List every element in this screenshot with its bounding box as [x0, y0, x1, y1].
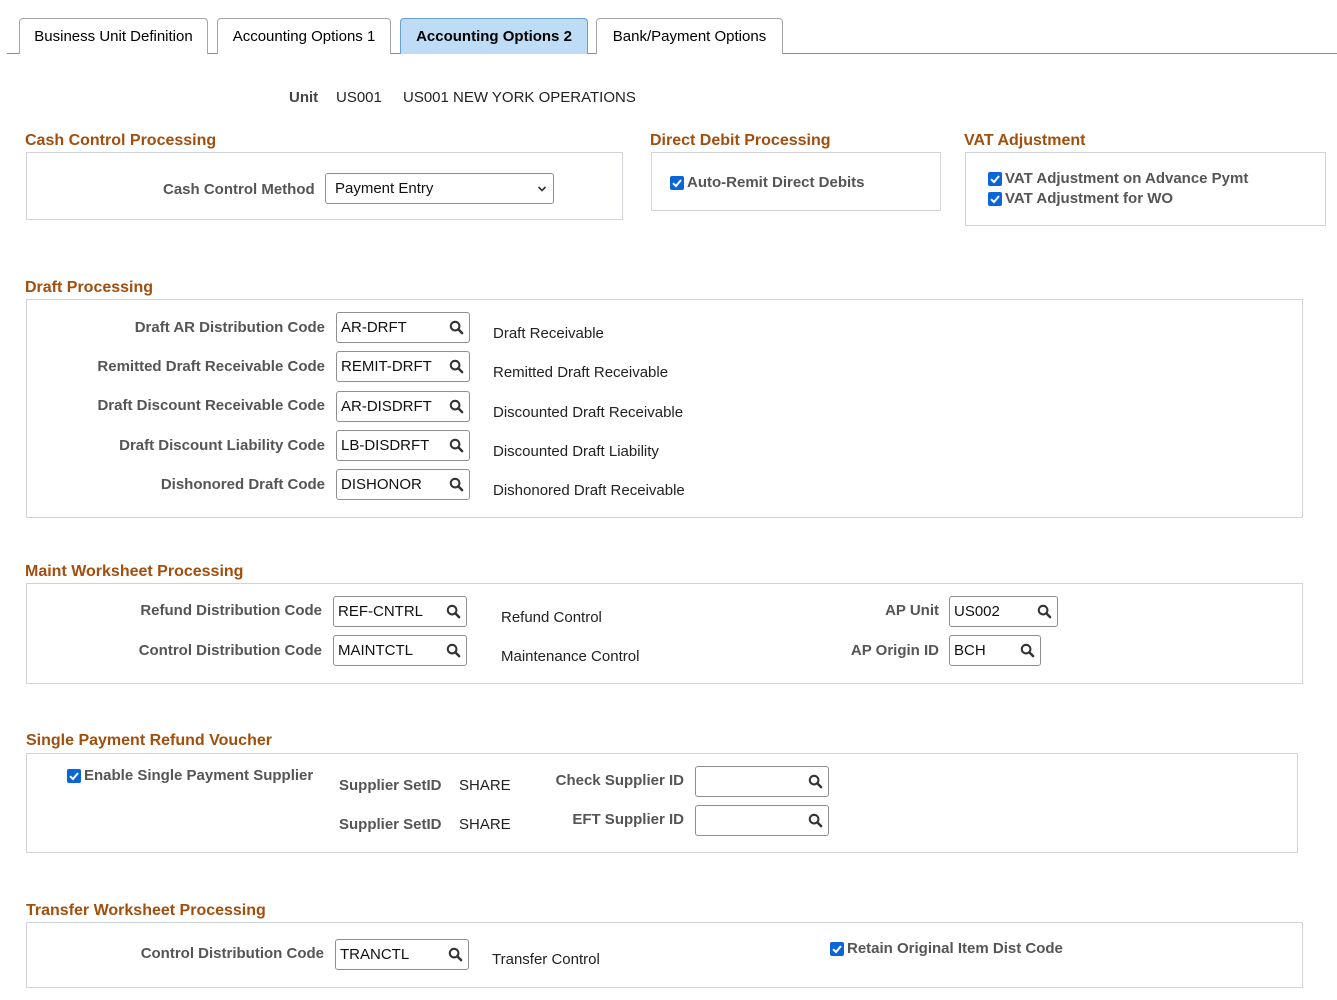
tab-label: Bank/Payment Options [612, 28, 767, 45]
draft-discount-liability-code-description: Discounted Draft Liability [493, 443, 659, 460]
search-icon[interactable] [802, 806, 828, 835]
draft-ar-distribution-code-label: Draft AR Distribution Code [134, 319, 325, 336]
ap-unit-input[interactable]: US002 [949, 596, 1058, 627]
retain-original-item-dist-code-checkbox[interactable]: Retain Original Item Dist Code [830, 940, 1063, 957]
vat-adjustment-wo-checkbox[interactable]: VAT Adjustment for WO [988, 190, 1173, 207]
remitted-draft-receivable-code-description: Remitted Draft Receivable [493, 364, 669, 381]
input-value: TRANCTL [340, 946, 410, 963]
checkbox-checked-icon[interactable] [988, 191, 1002, 206]
single-payment-refund-voucher-title: Single Payment Refund Voucher [26, 732, 272, 749]
draft-discount-receivable-code-input[interactable]: AR-DISDRFT [336, 391, 470, 422]
enable-single-payment-supplier-checkbox[interactable]: Enable Single Payment Supplier [67, 767, 313, 784]
draft-discount-receivable-code-description: Discounted Draft Receivable [493, 404, 684, 421]
eft-supplier-id-input[interactable] [695, 805, 829, 836]
input-value: AR-DRFT [341, 319, 407, 336]
dishonored-draft-code-input[interactable]: DISHONOR [336, 469, 470, 500]
remitted-draft-receivable-code-label: Remitted Draft Receivable Code [97, 358, 325, 375]
cash-control-method-select[interactable]: Payment Entry [325, 173, 554, 204]
unit-code: US001 [336, 89, 382, 106]
auto-remit-label: Auto-Remit Direct Debits [687, 174, 865, 191]
search-icon[interactable] [442, 940, 468, 969]
auto-remit-direct-debits-checkbox[interactable]: Auto-Remit Direct Debits [670, 174, 865, 191]
tab-business-unit-definition[interactable]: Business Unit Definition [19, 18, 208, 54]
cash-control-method-label: Cash Control Method [163, 181, 315, 198]
tab-bank-payment-options[interactable]: Bank/Payment Options [596, 18, 783, 54]
ap-origin-id-label: AP Origin ID [850, 642, 939, 659]
search-icon[interactable] [443, 313, 469, 342]
input-value: AR-DISDRFT [341, 398, 432, 415]
input-value: MAINTCTL [338, 642, 413, 659]
unit-label: Unit [289, 89, 319, 106]
control-distribution-code-label: Control Distribution Code [138, 642, 322, 659]
search-icon[interactable] [443, 470, 469, 499]
ap-origin-id-input[interactable]: BCH [949, 635, 1041, 666]
enable-single-payment-supplier-label: Enable Single Payment Supplier [84, 767, 314, 784]
vat-adjustment-group [965, 152, 1326, 226]
refund-distribution-code-label: Refund Distribution Code [140, 602, 322, 619]
maint-worksheet-group [26, 583, 1303, 684]
draft-discount-liability-code-label: Draft Discount Liability Code [119, 437, 325, 454]
tab-accounting-options-2[interactable]: Accounting Options 2 [400, 18, 588, 54]
eft-supplier-id-label: EFT Supplier ID [572, 811, 684, 828]
refund-distribution-code-input[interactable]: REF-CNTRL [333, 596, 467, 627]
maint-worksheet-title: Maint Worksheet Processing [25, 563, 244, 580]
supplier-setid-label: Supplier SetID [339, 777, 442, 794]
supplier-setid-label: Supplier SetID [339, 816, 442, 833]
unit-description: US001 NEW YORK OPERATIONS [403, 89, 636, 106]
checkbox-checked-icon[interactable] [670, 175, 684, 190]
tab-label: Accounting Options 1 [232, 28, 376, 45]
search-icon[interactable] [1014, 636, 1040, 665]
checkbox-checked-icon[interactable] [988, 171, 1002, 186]
vat-wo-label: VAT Adjustment for WO [1005, 190, 1174, 207]
vat-adjustment-title: VAT Adjustment [964, 132, 1086, 149]
input-value: US002 [954, 603, 1000, 620]
search-icon[interactable] [443, 431, 469, 460]
transfer-control-distribution-code-label: Control Distribution Code [140, 945, 324, 962]
search-icon[interactable] [802, 767, 828, 796]
draft-discount-receivable-code-label: Draft Discount Receivable Code [97, 397, 325, 414]
input-value: LB-DISDRFT [341, 437, 430, 454]
search-icon[interactable] [1031, 597, 1057, 626]
check-supplier-id-input[interactable] [695, 766, 829, 797]
chevron-down-icon [531, 185, 553, 193]
dishonored-draft-code-description: Dishonored Draft Receivable [493, 482, 685, 499]
search-icon[interactable] [443, 392, 469, 421]
retain-original-item-dist-code-label: Retain Original Item Dist Code [847, 940, 1063, 957]
search-icon[interactable] [440, 597, 466, 626]
tab-accounting-options-1[interactable]: Accounting Options 1 [217, 18, 391, 54]
checkbox-checked-icon[interactable] [67, 768, 81, 783]
maint-control-distribution-code-input[interactable]: MAINTCTL [333, 635, 467, 666]
checkbox-checked-icon[interactable] [830, 941, 844, 956]
input-value: BCH [954, 642, 986, 659]
supplier-setid-value: SHARE [459, 777, 511, 794]
input-value: DISHONOR [341, 476, 422, 493]
supplier-setid-value: SHARE [459, 816, 511, 833]
maint-control-distribution-code-description: Maintenance Control [501, 648, 640, 665]
input-value: REMIT-DRFT [341, 358, 432, 375]
tab-label: Accounting Options 2 [416, 28, 572, 45]
cash-control-title: Cash Control Processing [25, 132, 217, 149]
draft-discount-liability-code-input[interactable]: LB-DISDRFT [336, 430, 470, 461]
vat-advance-label: VAT Adjustment on Advance Pymt [1005, 170, 1249, 187]
draft-ar-distribution-code-description: Draft Receivable [493, 325, 604, 342]
draft-ar-distribution-code-input[interactable]: AR-DRFT [336, 312, 470, 343]
refund-distribution-code-description: Refund Control [501, 609, 602, 626]
search-icon[interactable] [440, 636, 466, 665]
vat-adjustment-advance-checkbox[interactable]: VAT Adjustment on Advance Pymt [988, 170, 1248, 187]
direct-debit-title: Direct Debit Processing [650, 132, 831, 149]
transfer-worksheet-title: Transfer Worksheet Processing [26, 902, 266, 919]
search-icon[interactable] [443, 352, 469, 381]
remitted-draft-receivable-code-input[interactable]: REMIT-DRFT [336, 351, 470, 382]
dishonored-draft-code-label: Dishonored Draft Code [160, 476, 325, 493]
transfer-control-distribution-code-input[interactable]: TRANCTL [335, 939, 469, 970]
draft-processing-title: Draft Processing [25, 279, 154, 296]
ap-unit-label: AP Unit [885, 602, 939, 619]
input-value: REF-CNTRL [338, 603, 423, 620]
check-supplier-id-label: Check Supplier ID [555, 772, 684, 789]
transfer-control-distribution-code-description: Transfer Control [492, 951, 600, 968]
cash-control-method-value: Payment Entry [335, 180, 434, 197]
tab-label: Business Unit Definition [34, 28, 193, 45]
